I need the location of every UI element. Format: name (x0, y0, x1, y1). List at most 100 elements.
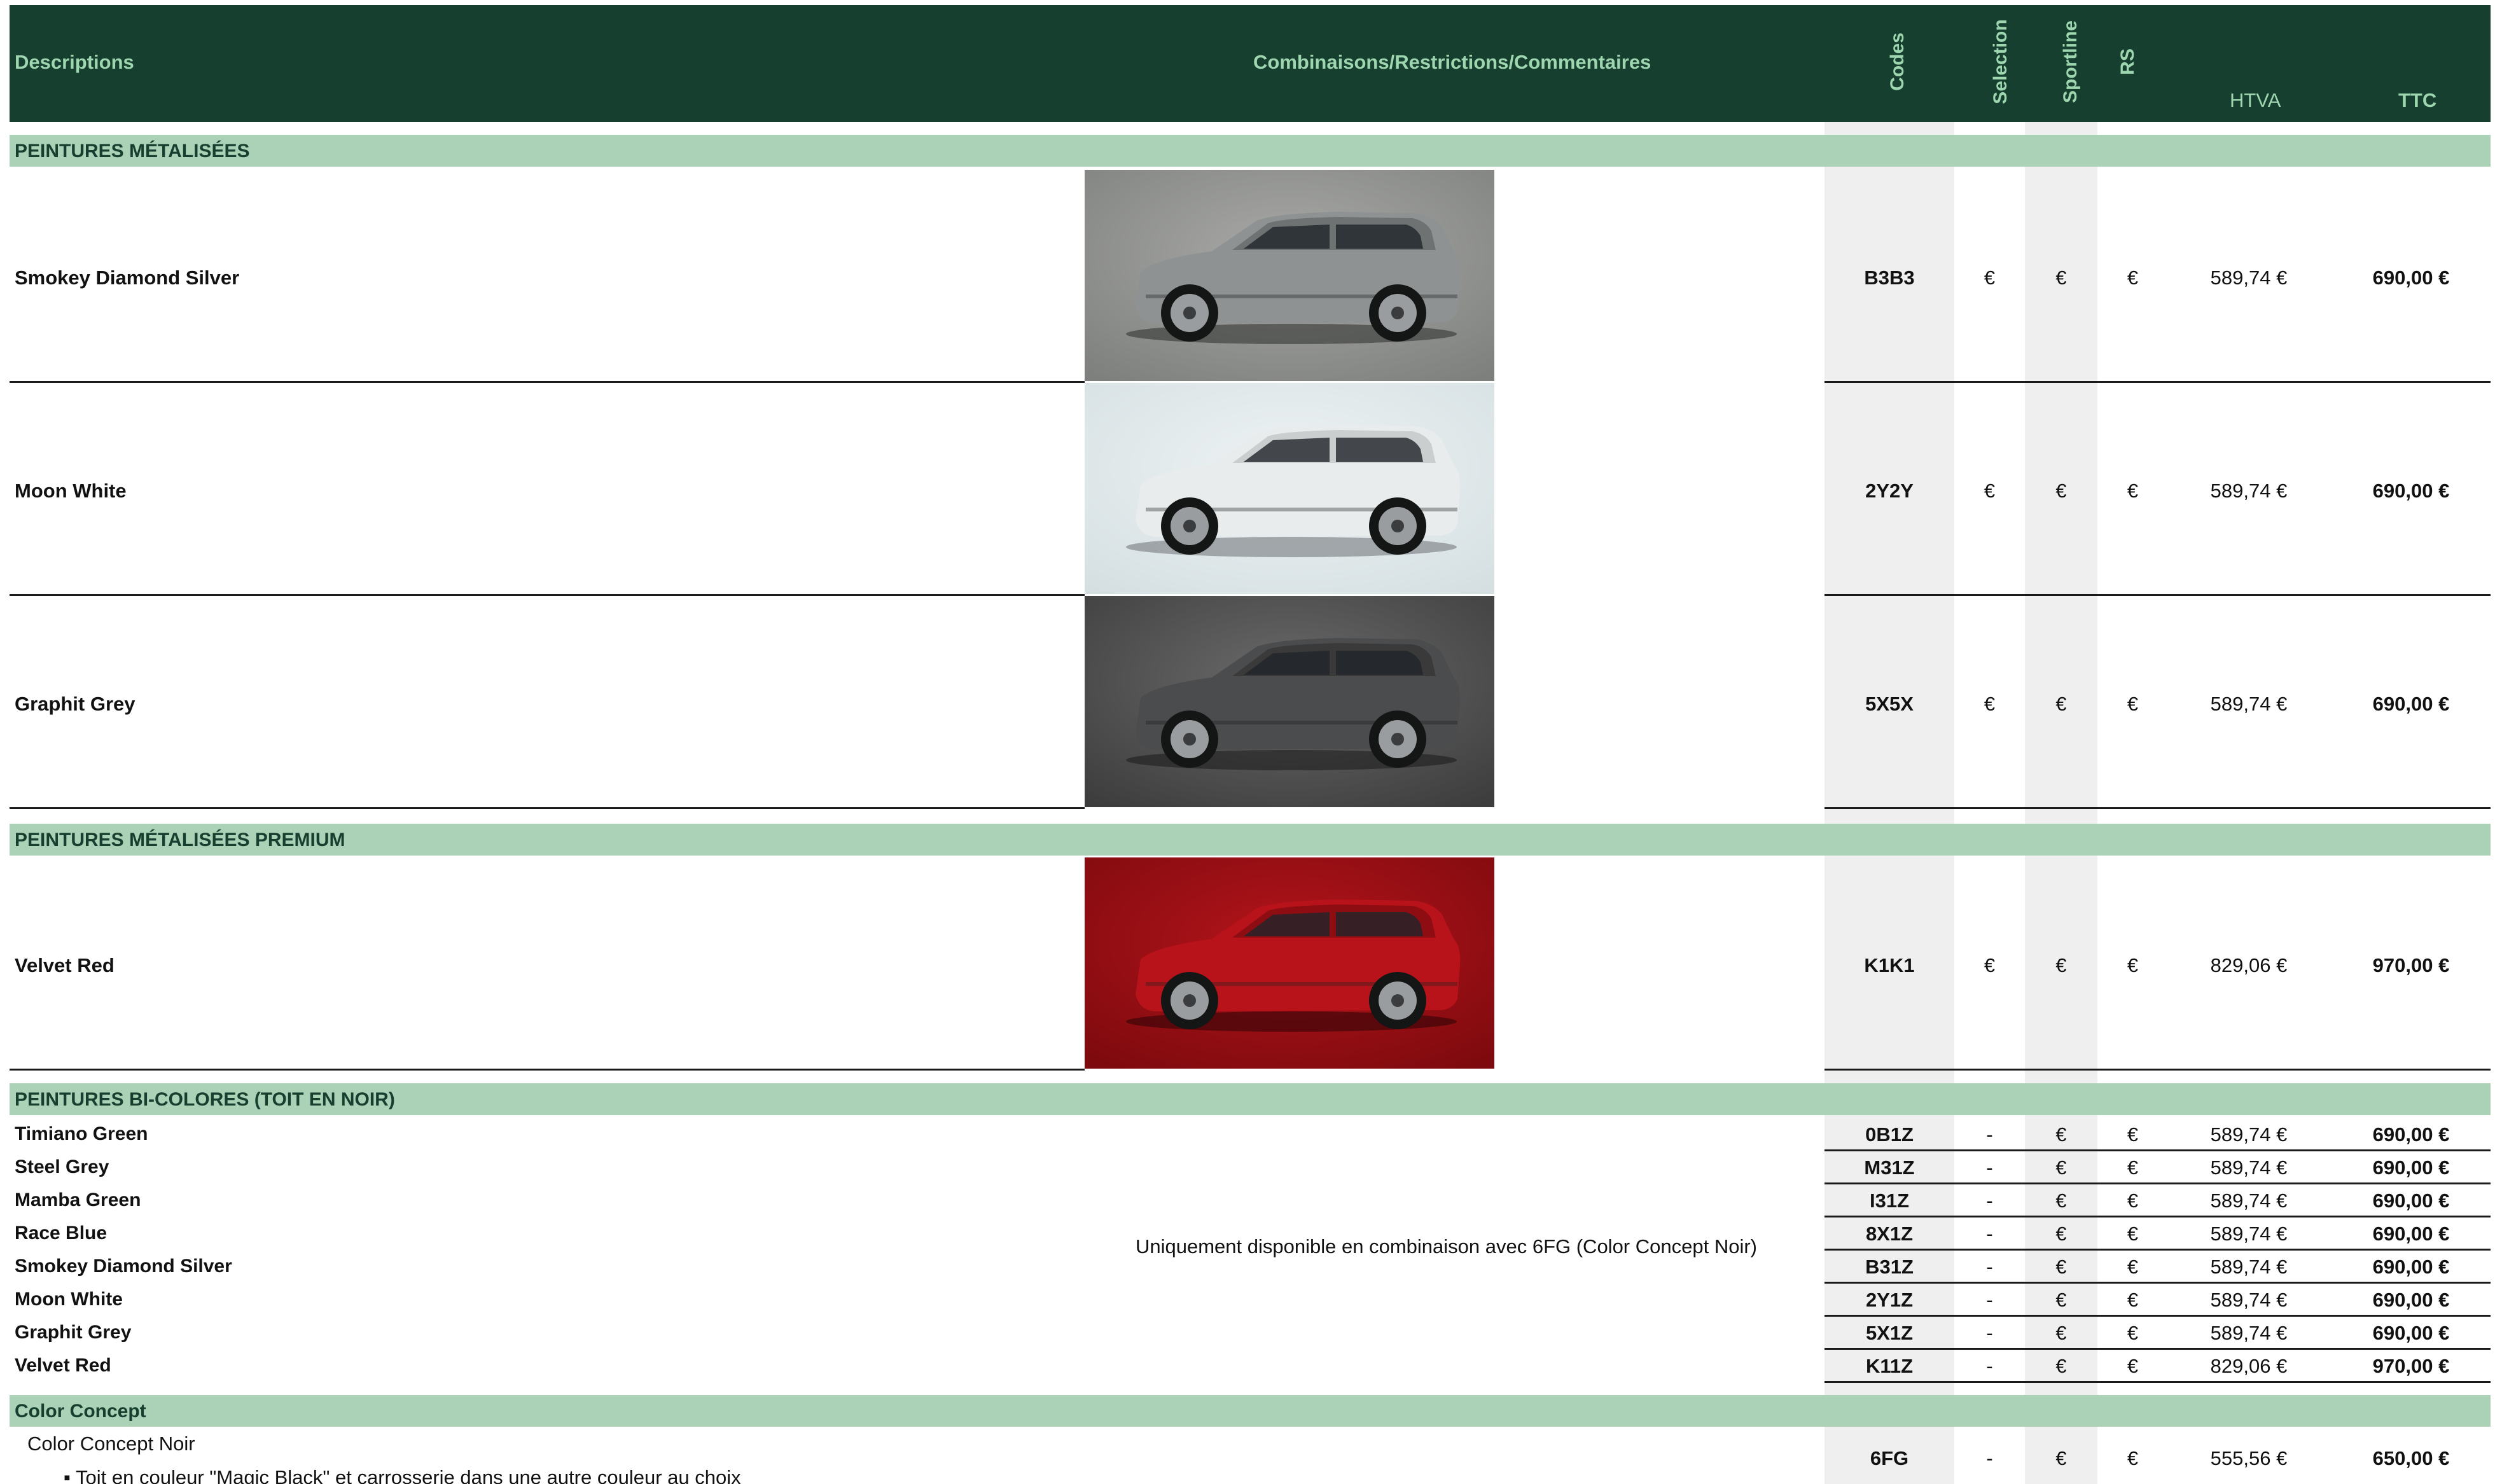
htva-cell: 589,74 € (2210, 693, 2288, 715)
rs-cell: € (2127, 1223, 2139, 1245)
htva-cell: 589,74 € (2210, 1289, 2288, 1311)
code-cell: K1K1 (1864, 954, 1915, 976)
rs-cell: € (2127, 1156, 2139, 1179)
color-name: Moon White (15, 1289, 123, 1310)
code-cell: 8X1Z (1865, 1223, 1914, 1245)
row-divider (1824, 1315, 2491, 1317)
code-cell: 5X5X (1865, 693, 1914, 715)
rs-cell: € (2127, 1447, 2139, 1469)
ttc-cell: 690,00 € (2372, 1256, 2450, 1278)
htva-cell: 555,56 € (2210, 1447, 2288, 1469)
htva-cell: 589,74 € (2210, 1223, 2288, 1245)
code-cell: B31Z (1865, 1256, 1914, 1278)
ttc-cell: 690,00 € (2372, 1223, 2450, 1245)
color-name: Velvet Red (15, 1355, 111, 1376)
htva-cell: 589,74 € (2210, 267, 2288, 289)
htva-cell: 589,74 € (2210, 1256, 2288, 1278)
section-bicolor: PEINTURES BI-COLORES (TOIT EN NOIR) (10, 1083, 2491, 1115)
color-name: Velvet Red (15, 954, 115, 976)
htva-cell: 589,74 € (2210, 1322, 2288, 1344)
htva-cell: 589,74 € (2210, 1156, 2288, 1179)
code-cell: 6FG (1870, 1447, 1909, 1469)
ttc-cell: 970,00 € (2372, 1355, 2450, 1377)
ttc-cell: 690,00 € (2372, 1156, 2450, 1179)
section-color-concept-title: Color Concept (15, 1401, 146, 1422)
sportline-cell: € (2055, 954, 2067, 976)
code-cell: 2Y2Y (1865, 480, 1914, 502)
ttc-cell: 690,00 € (2372, 693, 2450, 715)
header-combinaisons: Combinaisons/Restrictions/Commentaires (1253, 51, 1651, 73)
color-name: Smokey Diamond Silver (15, 267, 240, 289)
row-divider (1824, 1182, 2491, 1184)
selection-cell: - (1986, 1156, 1993, 1179)
code-cell: 0B1Z (1865, 1123, 1914, 1146)
row-divider (1824, 807, 2491, 809)
color-name: Race Blue (15, 1223, 108, 1244)
selection-cell: € (1984, 480, 1996, 502)
selection-cell: - (1986, 1355, 1993, 1377)
row-divider (1824, 1381, 2491, 1383)
sportline-cell: € (2055, 1256, 2067, 1278)
color-concept-row: 6FG - € € 555,56 € 650,00 € (0, 1447, 2495, 1479)
section-premium: PEINTURES MÉTALISÉES PREMIUM (10, 824, 2491, 856)
color-name: Graphit Grey (15, 1322, 132, 1343)
color-name: Smokey Diamond Silver (15, 1256, 232, 1277)
table-row: Velvet Red K1K1 € € € 829,06 € 970,00 € (0, 857, 2495, 1071)
sportline-cell: € (2055, 1355, 2067, 1377)
selection-cell: - (1986, 1123, 1993, 1146)
row-divider (1824, 1348, 2491, 1350)
rs-cell: € (2127, 267, 2139, 289)
rs-cell: € (2127, 693, 2139, 715)
section-metallic: PEINTURES MÉTALISÉES (10, 135, 2491, 167)
color-name: Mamba Green (15, 1189, 141, 1210)
table-row: Mamba Green I31Z - € € 589,74 € 690,00 € (0, 1186, 2495, 1219)
ttc-cell: 690,00 € (2372, 1322, 2450, 1344)
table-row: Steel Grey M31Z - € € 589,74 € 690,00 € (0, 1153, 2495, 1186)
sportline-cell: € (2055, 693, 2067, 715)
selection-cell: - (1986, 1189, 1993, 1212)
row-divider (10, 807, 1085, 809)
ttc-cell: 690,00 € (2372, 1123, 2450, 1146)
rs-cell: € (2127, 1189, 2139, 1212)
row-divider (1824, 1216, 2491, 1217)
sportline-cell: € (2055, 1447, 2067, 1469)
row-divider (1824, 1249, 2491, 1251)
ttc-cell: 970,00 € (2372, 954, 2450, 976)
sportline-cell: € (2055, 480, 2067, 502)
sportline-cell: € (2055, 1123, 2067, 1146)
header-rs: RS (2117, 48, 2138, 75)
code-cell: 2Y1Z (1865, 1289, 1914, 1311)
car-image (1085, 383, 1494, 594)
htva-cell: 589,74 € (2210, 1189, 2288, 1212)
table-row: Graphit Grey 5X5X € € € 589,74 € 690,00 … (0, 596, 2495, 809)
code-cell: B3B3 (1864, 267, 1915, 289)
sportline-cell: € (2055, 267, 2067, 289)
rs-cell: € (2127, 1322, 2139, 1344)
rs-cell: € (2127, 954, 2139, 976)
car-image (1085, 857, 1494, 1069)
ttc-cell: 690,00 € (2372, 1189, 2450, 1212)
row-divider (1824, 1149, 2491, 1151)
rs-cell: € (2127, 1355, 2139, 1377)
color-name: Graphit Grey (15, 693, 136, 715)
section-color-concept: Color Concept (10, 1395, 2491, 1427)
bicolor-comment: Uniquement disponible en combinaison ave… (1136, 1235, 1757, 1258)
table-row: Graphit Grey 5X1Z - € € 589,74 € 690,00 … (0, 1318, 2495, 1351)
htva-cell: 589,74 € (2210, 480, 2288, 502)
section-metallic-title: PEINTURES MÉTALISÉES (15, 141, 250, 162)
selection-cell: € (1984, 267, 1996, 289)
sportline-cell: € (2055, 1189, 2067, 1212)
selection-cell: - (1986, 1447, 1993, 1469)
selection-cell: € (1984, 954, 1996, 976)
table-row: Velvet Red K11Z - € € 829,06 € 970,00 € (0, 1351, 2495, 1384)
header-ttc: TTC (2398, 89, 2437, 111)
ttc-cell: 650,00 € (2372, 1447, 2450, 1469)
row-divider (1824, 1069, 2491, 1071)
selection-cell: - (1986, 1256, 1993, 1278)
table-row: Moon White 2Y2Y € € € 589,74 € 690,00 € (0, 383, 2495, 596)
rs-cell: € (2127, 480, 2139, 502)
car-image (1085, 170, 1494, 381)
row-divider (10, 1069, 1085, 1071)
sportline-cell: € (2055, 1223, 2067, 1245)
sportline-cell: € (2055, 1289, 2067, 1311)
